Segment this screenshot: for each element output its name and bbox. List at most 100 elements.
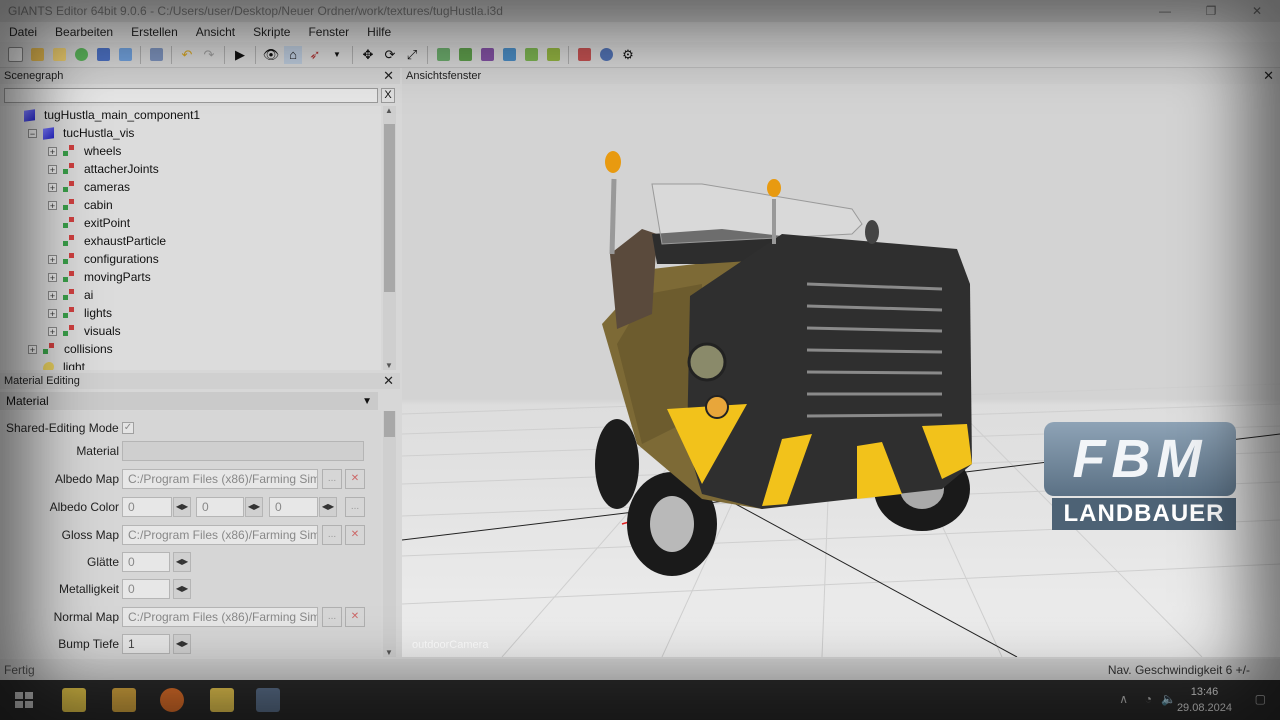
import-icon[interactable] xyxy=(147,46,165,64)
scenegraph-filter-clear-button[interactable]: X xyxy=(381,88,395,103)
play-icon[interactable]: ▶ xyxy=(231,46,249,64)
notes-app-icon[interactable] xyxy=(62,688,86,712)
bump-depth-input[interactable]: 1 xyxy=(122,634,170,654)
new-file-icon[interactable] xyxy=(6,46,24,64)
expand-icon[interactable]: + xyxy=(28,344,37,354)
edit-icon[interactable] xyxy=(50,46,68,64)
tree-node[interactable]: light xyxy=(28,358,85,370)
scenegraph-close-icon[interactable]: ✕ xyxy=(383,68,394,84)
tree-node[interactable]: + cameras xyxy=(48,178,130,196)
giants-editor-icon[interactable] xyxy=(256,688,280,712)
3d-viewport[interactable]: outdoorCamera xyxy=(402,84,1280,657)
menu-erstellen[interactable]: Erstellen xyxy=(122,25,187,39)
expand-icon[interactable]: + xyxy=(48,146,57,156)
settings-icon[interactable]: ⚙ xyxy=(619,46,637,64)
tree-node[interactable]: exhaustParticle xyxy=(48,232,166,250)
menu-hilfe[interactable]: Hilfe xyxy=(358,25,400,39)
scroll-down-icon[interactable]: ▼ xyxy=(385,361,393,370)
expand-icon[interactable]: + xyxy=(48,272,57,282)
material-type-dropdown[interactable]: Material ▼ xyxy=(0,392,378,410)
albedo-color-g-stepper[interactable]: ◀▶ xyxy=(245,497,263,517)
viewport-close-icon[interactable]: ✕ xyxy=(1263,68,1274,84)
albedo-color-g-input[interactable]: 0 xyxy=(196,497,244,517)
folder-icon[interactable] xyxy=(210,688,234,712)
notifications-icon[interactable]: ▢ xyxy=(1255,692,1266,706)
menu-datei[interactable]: Datei xyxy=(0,25,46,39)
dropdown-icon[interactable]: ▼ xyxy=(328,46,346,64)
navigate-icon[interactable]: ➶ xyxy=(306,46,324,64)
firefox-icon[interactable] xyxy=(160,688,184,712)
material-select[interactable] xyxy=(122,441,364,461)
expand-icon[interactable]: + xyxy=(48,290,57,300)
shared-editing-checkbox[interactable]: ✓ xyxy=(122,422,134,434)
scenegraph-tree[interactable]: tugHustla_main_component1− tucHustla_vis +… xyxy=(0,106,381,370)
scenegraph-filter-input[interactable] xyxy=(4,88,378,103)
tree-node[interactable]: + attacherJoints xyxy=(48,160,159,178)
metallic-stepper[interactable]: ◀▶ xyxy=(173,579,191,599)
albedo-color-b-input[interactable]: 0 xyxy=(269,497,318,517)
normal-map-clear-button[interactable]: ✕ xyxy=(345,607,365,627)
scale-icon[interactable]: ⤢ xyxy=(403,46,421,64)
gloss-map-clear-button[interactable]: ✕ xyxy=(345,525,365,545)
eye-icon[interactable]: 👁 xyxy=(262,46,280,64)
tree-node[interactable]: exitPoint xyxy=(48,214,130,232)
minimize-icon[interactable]: — xyxy=(1142,0,1188,22)
tree-node[interactable]: − tucHustla_vis xyxy=(28,124,134,142)
home-icon[interactable]: ⌂ xyxy=(284,45,302,64)
tree-node[interactable]: + ai xyxy=(48,286,93,304)
metallic-input[interactable]: 0 xyxy=(122,579,170,599)
albedo-map-input[interactable]: C:/Program Files (x86)/Farming Sim xyxy=(122,469,318,489)
windows-start-icon[interactable] xyxy=(12,688,36,712)
bump-depth-stepper[interactable]: ◀▶ xyxy=(173,634,191,654)
expand-icon[interactable]: + xyxy=(48,254,57,264)
normal-map-input[interactable]: C:/Program Files (x86)/Farming Sim xyxy=(122,607,318,627)
expand-icon[interactable]: + xyxy=(48,308,57,318)
menu-fenster[interactable]: Fenster xyxy=(299,25,358,39)
export-icon[interactable] xyxy=(116,46,134,64)
file-explorer-icon[interactable] xyxy=(112,688,136,712)
glaette-stepper[interactable]: ◀▶ xyxy=(173,552,191,572)
tree-node[interactable]: + configurations xyxy=(48,250,159,268)
tree-icon[interactable] xyxy=(522,46,540,64)
tree-node[interactable]: + lights xyxy=(48,304,112,322)
material-editing-close-icon[interactable]: ✕ xyxy=(383,373,394,389)
albedo-map-browse-button[interactable]: ... xyxy=(322,469,342,489)
move-icon[interactable]: ✥ xyxy=(359,46,377,64)
gloss-map-browse-button[interactable]: ... xyxy=(322,525,342,545)
undo-icon[interactable]: ↶ xyxy=(178,46,196,64)
rotate-icon[interactable]: ⟳ xyxy=(381,46,399,64)
expand-icon[interactable]: + xyxy=(48,200,57,210)
network-icon[interactable]: ◔ xyxy=(1145,692,1152,706)
scroll-down-icon[interactable]: ▼ xyxy=(385,648,393,657)
foliage-paint-icon[interactable] xyxy=(478,46,496,64)
expand-icon[interactable]: + xyxy=(48,182,57,192)
scroll-up-icon[interactable]: ▲ xyxy=(385,106,393,115)
open-folder-icon[interactable] xyxy=(28,46,46,64)
volume-icon[interactable]: 🔈 xyxy=(1161,692,1176,706)
expand-icon[interactable]: + xyxy=(48,326,57,336)
clock[interactable]: 13:46 29.08.2024 xyxy=(1177,684,1232,716)
redo-icon[interactable]: ↷ xyxy=(200,46,218,64)
close-icon[interactable]: ✕ xyxy=(1234,0,1280,22)
menu-skripte[interactable]: Skripte xyxy=(244,25,299,39)
tree-node[interactable]: tugHustla_main_component1 xyxy=(24,106,200,124)
terrain-paint-icon[interactable] xyxy=(434,46,452,64)
terrain-sculpt-icon[interactable] xyxy=(456,46,474,64)
menu-bearbeiten[interactable]: Bearbeiten xyxy=(46,25,122,39)
material-scrollbar[interactable]: ▼ xyxy=(383,411,396,657)
material-scroll-thumb[interactable] xyxy=(384,411,395,437)
scenegraph-scrollbar[interactable]: ▲ ▼ xyxy=(383,106,396,370)
menu-ansicht[interactable]: Ansicht xyxy=(187,25,244,39)
restore-icon[interactable]: ❐ xyxy=(1188,0,1234,22)
glaette-input[interactable]: 0 xyxy=(122,552,170,572)
normal-map-browse-button[interactable]: ... xyxy=(322,607,342,627)
gloss-map-input[interactable]: C:/Program Files (x86)/Farming Sim xyxy=(122,525,318,545)
tree-node[interactable]: + movingParts xyxy=(48,268,151,286)
albedo-color-r-input[interactable]: 0 xyxy=(122,497,172,517)
tree-node[interactable]: + cabin xyxy=(48,196,113,214)
albedo-color-b-stepper[interactable]: ◀▶ xyxy=(319,497,337,517)
albedo-color-r-stepper[interactable]: ◀▶ xyxy=(173,497,191,517)
tree-node[interactable]: + visuals xyxy=(48,322,121,340)
foliage-erase-icon[interactable] xyxy=(500,46,518,64)
refresh-icon[interactable] xyxy=(72,46,90,64)
